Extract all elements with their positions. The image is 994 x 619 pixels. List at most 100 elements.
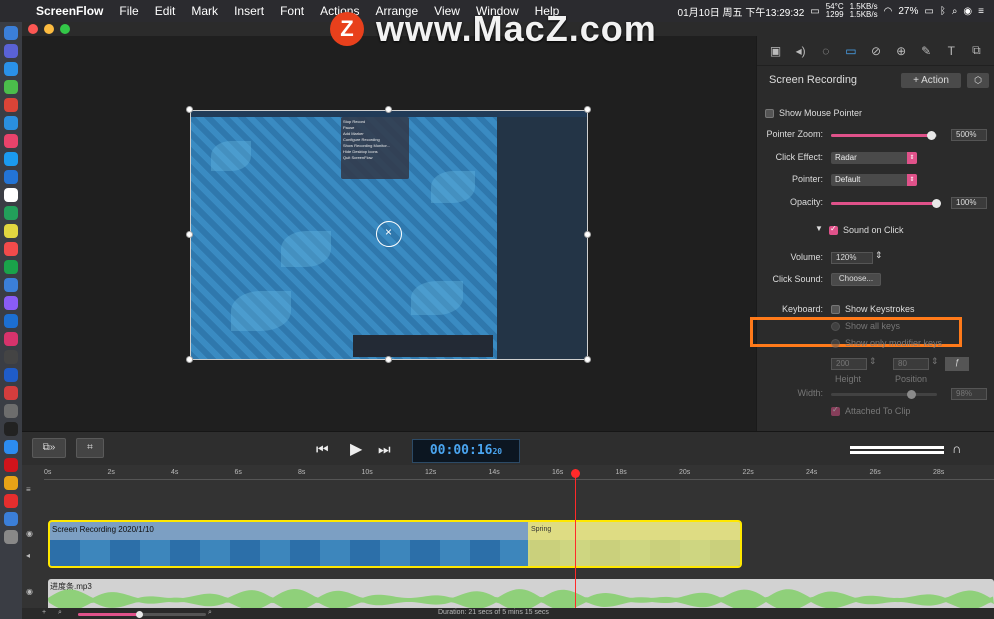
font-style-button[interactable]: ƒ bbox=[945, 357, 969, 371]
yandex-icon[interactable] bbox=[4, 458, 18, 472]
photos-icon[interactable] bbox=[4, 242, 18, 256]
audio-track-visibility-icon[interactable]: ◉ bbox=[26, 587, 36, 597]
app-store-icon[interactable] bbox=[4, 116, 18, 130]
music-icon[interactable] bbox=[4, 134, 18, 148]
height-stepper-icon[interactable]: ⇕ bbox=[869, 356, 877, 367]
rewind-icon[interactable]: ⏮ bbox=[316, 441, 329, 458]
width-field[interactable]: 98% bbox=[951, 388, 987, 400]
volume-field[interactable]: 120% bbox=[831, 252, 873, 264]
video-motion-icon[interactable]: ◌ bbox=[819, 44, 833, 58]
pages-icon[interactable] bbox=[4, 476, 18, 490]
volume-stepper-icon[interactable]: ⇕ bbox=[875, 250, 883, 261]
podcasts-icon[interactable] bbox=[4, 296, 18, 310]
show-keystrokes-checkbox[interactable] bbox=[831, 305, 840, 314]
resize-handle-t[interactable] bbox=[385, 106, 392, 113]
zoom-out-icon[interactable]: ⌕ bbox=[58, 609, 62, 617]
add-action-button[interactable]: + Action bbox=[901, 73, 961, 88]
close-button[interactable] bbox=[28, 24, 38, 34]
playhead[interactable] bbox=[575, 469, 576, 619]
menu-file[interactable]: File bbox=[111, 4, 146, 18]
opacity-field[interactable]: 100% bbox=[951, 197, 987, 209]
resize-handle-r[interactable] bbox=[584, 231, 591, 238]
menu-app-name[interactable]: ScreenFlow bbox=[28, 4, 111, 18]
wifi-icon[interactable]: ◠ bbox=[884, 6, 893, 17]
play-icon[interactable]: ▶ bbox=[350, 439, 362, 459]
timeline-zoom-knob[interactable] bbox=[136, 611, 143, 618]
keynote-icon[interactable] bbox=[4, 314, 18, 328]
resize-handle-bl[interactable] bbox=[186, 356, 193, 363]
safari-icon[interactable] bbox=[4, 62, 18, 76]
pointer-select[interactable]: Default ⇕ bbox=[831, 174, 917, 186]
menu-font[interactable]: Font bbox=[272, 4, 312, 18]
vpn-icon[interactable] bbox=[4, 440, 18, 454]
clock[interactable]: 01月10日 周五 下午13:29:32 bbox=[678, 4, 805, 19]
zoom-in-icon[interactable]: ⌕ bbox=[208, 609, 212, 617]
track-audio-icon[interactable]: ◂ bbox=[26, 551, 36, 561]
resize-handle-l[interactable] bbox=[186, 231, 193, 238]
mail-icon[interactable] bbox=[4, 152, 18, 166]
library-icon[interactable]: ⧉ bbox=[969, 43, 983, 58]
spotlight-icon[interactable]: ⌕ bbox=[952, 6, 958, 17]
timeline-zoom-slider[interactable] bbox=[78, 611, 206, 618]
bluetooth-icon[interactable]: ᛒ bbox=[940, 6, 946, 17]
video-clip[interactable]: Screen Recording 2020/1/10 Spring bbox=[48, 520, 742, 568]
click-effect-select[interactable]: Radar ⇕ bbox=[831, 152, 917, 164]
choose-sound-button[interactable]: Choose... bbox=[831, 273, 881, 286]
text-icon[interactable]: T bbox=[944, 44, 958, 58]
resize-handle-tr[interactable] bbox=[584, 106, 591, 113]
attached-to-clip-checkbox[interactable] bbox=[831, 405, 840, 416]
pointer-zoom-field[interactable]: 500% bbox=[951, 129, 987, 141]
add-track-icon[interactable]: + bbox=[42, 609, 46, 616]
tv-icon[interactable] bbox=[4, 350, 18, 364]
pointer-zoom-slider[interactable] bbox=[831, 131, 937, 140]
qq-icon[interactable] bbox=[4, 278, 18, 292]
facetime-icon[interactable] bbox=[4, 260, 18, 274]
playhead-knob[interactable] bbox=[571, 469, 580, 478]
screen-recording-icon[interactable]: ▭ bbox=[844, 44, 858, 58]
video-properties-icon[interactable]: ▣ bbox=[769, 44, 783, 58]
timeline[interactable]: 0s 2s 4s 6s 8s 10s 12s 14s 16s 18s 20s 22s 24s 26s 28s… bbox=[22, 465, 994, 619]
canvas-area[interactable]: Stop Record Pause Add Marker Configure R… bbox=[22, 36, 756, 431]
wechat-icon[interactable] bbox=[4, 206, 18, 220]
battery-value[interactable]: 27% bbox=[898, 6, 918, 17]
fast-forward-icon[interactable]: ⏭ bbox=[378, 441, 391, 458]
menu-edit[interactable]: Edit bbox=[147, 4, 184, 18]
timeline-ruler[interactable]: 0s 2s 4s 6s 8s 10s 12s 14s 16s 18s 20s 22s 24s 26s 28s bbox=[44, 469, 994, 479]
annotation-icon[interactable]: ✎ bbox=[919, 44, 933, 58]
vivaldi-icon[interactable] bbox=[4, 386, 18, 400]
opacity-slider[interactable] bbox=[831, 199, 941, 208]
calendar-icon[interactable] bbox=[4, 188, 18, 202]
resize-handle-b[interactable] bbox=[385, 356, 392, 363]
multi-select-icon[interactable]: ⧉» bbox=[32, 438, 66, 458]
disclosure-triangle-icon[interactable]: ▼ bbox=[815, 224, 823, 233]
notification-icon[interactable]: ≡ bbox=[978, 6, 984, 17]
spring-transition[interactable]: Spring bbox=[528, 522, 740, 566]
itunes-icon[interactable] bbox=[4, 332, 18, 346]
terminal-icon[interactable] bbox=[4, 422, 18, 436]
show-modifier-keys-radio[interactable] bbox=[831, 339, 840, 348]
track-options-icon[interactable]: ≡ bbox=[26, 485, 36, 495]
touch-callout-icon[interactable]: ⊕ bbox=[894, 44, 908, 58]
sound-on-click-checkbox[interactable] bbox=[829, 224, 838, 235]
position-field[interactable]: 80 bbox=[893, 358, 929, 370]
zoom-icon[interactable] bbox=[4, 170, 18, 184]
resize-handle-tl[interactable] bbox=[186, 106, 193, 113]
resize-handle-br[interactable] bbox=[584, 356, 591, 363]
launchpad-icon[interactable] bbox=[4, 44, 18, 58]
box-icon[interactable]: ⬡ bbox=[967, 73, 989, 88]
track-visibility-icon[interactable]: ◉ bbox=[26, 529, 36, 539]
weibo-icon[interactable] bbox=[4, 494, 18, 508]
siri-icon[interactable]: ◉ bbox=[963, 6, 972, 17]
show-mouse-pointer-checkbox[interactable] bbox=[765, 109, 774, 118]
height-field[interactable]: 200 bbox=[831, 358, 867, 370]
opacity-knob[interactable] bbox=[932, 199, 941, 208]
show-all-keys-radio[interactable] bbox=[831, 322, 840, 331]
screen-icon[interactable]: ▭ bbox=[810, 6, 819, 17]
recording-preview[interactable]: Stop Record Pause Add Marker Configure R… bbox=[190, 110, 588, 360]
menu-mark[interactable]: Mark bbox=[183, 4, 226, 18]
notes-icon[interactable] bbox=[4, 224, 18, 238]
preferences-icon[interactable] bbox=[4, 404, 18, 418]
screenflow-dock-icon[interactable] bbox=[4, 368, 18, 382]
pointer-zoom-knob[interactable] bbox=[926, 131, 936, 140]
finder-icon[interactable] bbox=[4, 26, 18, 40]
